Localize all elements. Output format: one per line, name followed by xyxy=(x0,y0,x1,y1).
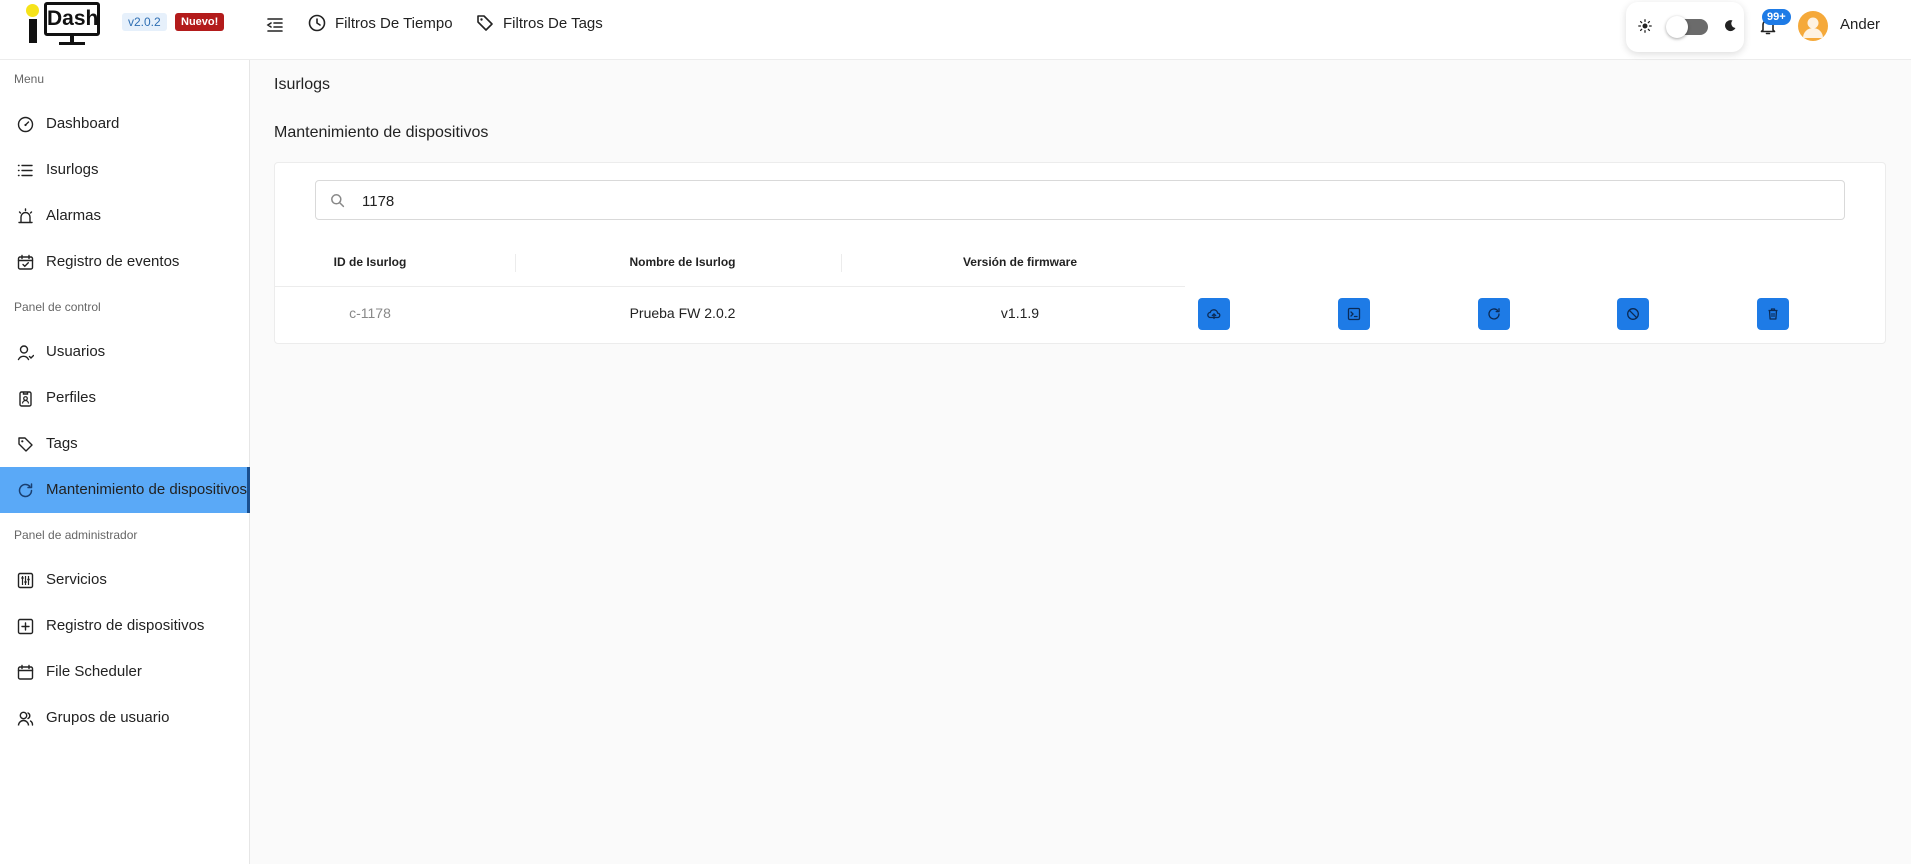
sidebar-section-panel-admin: Panel de administrador xyxy=(14,528,138,542)
sidebar-item-usuarios[interactable]: Usuarios xyxy=(0,329,250,375)
sidebar-item-alarmas[interactable]: Alarmas xyxy=(0,193,250,239)
refresh-icon xyxy=(18,483,33,498)
search-icon xyxy=(331,194,345,208)
page-title: Mantenimiento de dispositivos xyxy=(274,124,489,141)
sidebar-item-label: Usuarios xyxy=(46,343,106,360)
sidebar-item-label: Registro de dispositivos xyxy=(46,617,205,634)
time-filters-label: Filtros De Tiempo xyxy=(335,14,453,32)
sidebar-item-dashboard[interactable]: Dashboard xyxy=(0,101,250,147)
clock-history-icon xyxy=(308,14,326,32)
logo-text: Dash xyxy=(44,2,100,36)
cell-name: Prueba FW 2.0.2 xyxy=(629,305,736,321)
search-box[interactable] xyxy=(315,180,1845,220)
sidebar-item-label: Isurlogs xyxy=(46,161,99,178)
devices-card: ID de Isurlog Nombre de Isurlog Versión … xyxy=(274,162,1886,344)
cloud-upload-icon xyxy=(1207,309,1221,320)
search-input[interactable] xyxy=(362,189,1762,213)
moon-icon xyxy=(1725,20,1736,32)
user-avatar[interactable] xyxy=(1798,11,1828,41)
sidebar-item-perfiles[interactable]: Perfiles xyxy=(0,375,250,421)
column-header-firmware[interactable]: Versión de firmware xyxy=(855,255,1185,269)
time-filters-button[interactable]: Filtros De Tiempo xyxy=(307,13,453,33)
tag-filters-button[interactable]: Filtros De Tags xyxy=(475,13,603,33)
users-icon xyxy=(17,711,34,726)
cell-firmware: v1.1.9 xyxy=(1000,305,1040,321)
tag-icon xyxy=(18,437,33,452)
user-name[interactable]: Ander xyxy=(1840,16,1880,33)
sliders-icon xyxy=(17,572,34,589)
top-bar: Dash v2.0.2 Nuevo! Filtros De Tiempo Fil… xyxy=(0,0,1911,60)
breadcrumb[interactable]: Isurlogs xyxy=(274,76,330,94)
theme-switcher xyxy=(1626,2,1744,52)
column-separator xyxy=(841,254,842,272)
column-header-name[interactable]: Nombre de Isurlog xyxy=(530,255,835,269)
tags-icon xyxy=(477,15,493,31)
sidebar-item-label: Registro de eventos xyxy=(46,253,180,270)
version-badge: v2.0.2 xyxy=(122,13,167,31)
sidebar-item-servicios[interactable]: Servicios xyxy=(0,557,250,603)
sidebar-item-tags[interactable]: Tags xyxy=(0,421,250,467)
sidebar-item-isurlogs[interactable]: Isurlogs xyxy=(0,147,250,193)
sidebar-item-label: Alarmas xyxy=(46,207,102,224)
column-header-id[interactable]: ID de Isurlog xyxy=(295,255,445,269)
user-icon xyxy=(17,345,34,361)
sidebar: Menu Dashboard Isurlogs Alarmas Registro… xyxy=(0,60,250,864)
tag-filters-label: Filtros De Tags xyxy=(503,14,603,32)
sidebar-item-label: Servicios xyxy=(46,571,107,588)
sidebar-section-panel-control: Panel de control xyxy=(14,300,101,314)
sidebar-item-grupos-usuario[interactable]: Grupos de usuario xyxy=(0,695,250,741)
sidebar-item-file-scheduler[interactable]: File Scheduler xyxy=(0,649,250,695)
app-logo[interactable]: Dash xyxy=(26,2,104,45)
refresh-icon xyxy=(1488,308,1500,320)
gauge-icon xyxy=(17,116,34,133)
column-separator xyxy=(515,254,516,272)
logo-bar xyxy=(29,19,37,43)
plus-square-icon xyxy=(17,618,34,635)
sidebar-item-mantenimiento[interactable]: Mantenimiento de dispositivos xyxy=(0,467,250,513)
ban-icon xyxy=(1627,308,1639,320)
sidebar-item-label: Tags xyxy=(46,435,78,452)
terminal-button[interactable] xyxy=(1338,298,1370,330)
siren-icon xyxy=(18,208,33,224)
menu-collapse-icon[interactable] xyxy=(266,16,284,34)
logo-foot xyxy=(59,42,85,45)
notification-count-badge: 99+ xyxy=(1762,9,1791,25)
toggle-knob xyxy=(1666,16,1688,38)
delete-device-button[interactable] xyxy=(1757,298,1789,330)
sidebar-item-registro-eventos[interactable]: Registro de eventos xyxy=(0,239,250,285)
sidebar-item-label: Grupos de usuario xyxy=(46,709,170,726)
sidebar-item-label: Mantenimiento de dispositivos xyxy=(46,481,247,498)
sidebar-item-label: Dashboard xyxy=(46,115,120,132)
new-badge: Nuevo! xyxy=(175,13,225,31)
badge-icon xyxy=(19,391,32,407)
reboot-button[interactable] xyxy=(1478,298,1510,330)
cell-id: c-1178 xyxy=(349,305,391,321)
theme-toggle[interactable] xyxy=(1666,16,1708,38)
sidebar-item-registro-dispositivos[interactable]: Registro de dispositivos xyxy=(0,603,250,649)
sun-icon xyxy=(1638,19,1652,33)
sidebar-section-menu: Menu xyxy=(14,72,45,86)
block-device-button[interactable] xyxy=(1617,298,1649,330)
header-divider xyxy=(275,286,1185,287)
list-icon xyxy=(17,164,33,177)
upload-firmware-button[interactable] xyxy=(1198,298,1230,330)
trash-icon xyxy=(1768,308,1778,320)
terminal-icon xyxy=(1347,307,1361,321)
sidebar-item-label: Perfiles xyxy=(46,389,97,406)
calendar-icon xyxy=(17,664,34,680)
logo-dot xyxy=(26,4,39,17)
sidebar-item-label: File Scheduler xyxy=(46,663,142,680)
calendar-check-icon xyxy=(17,254,34,270)
